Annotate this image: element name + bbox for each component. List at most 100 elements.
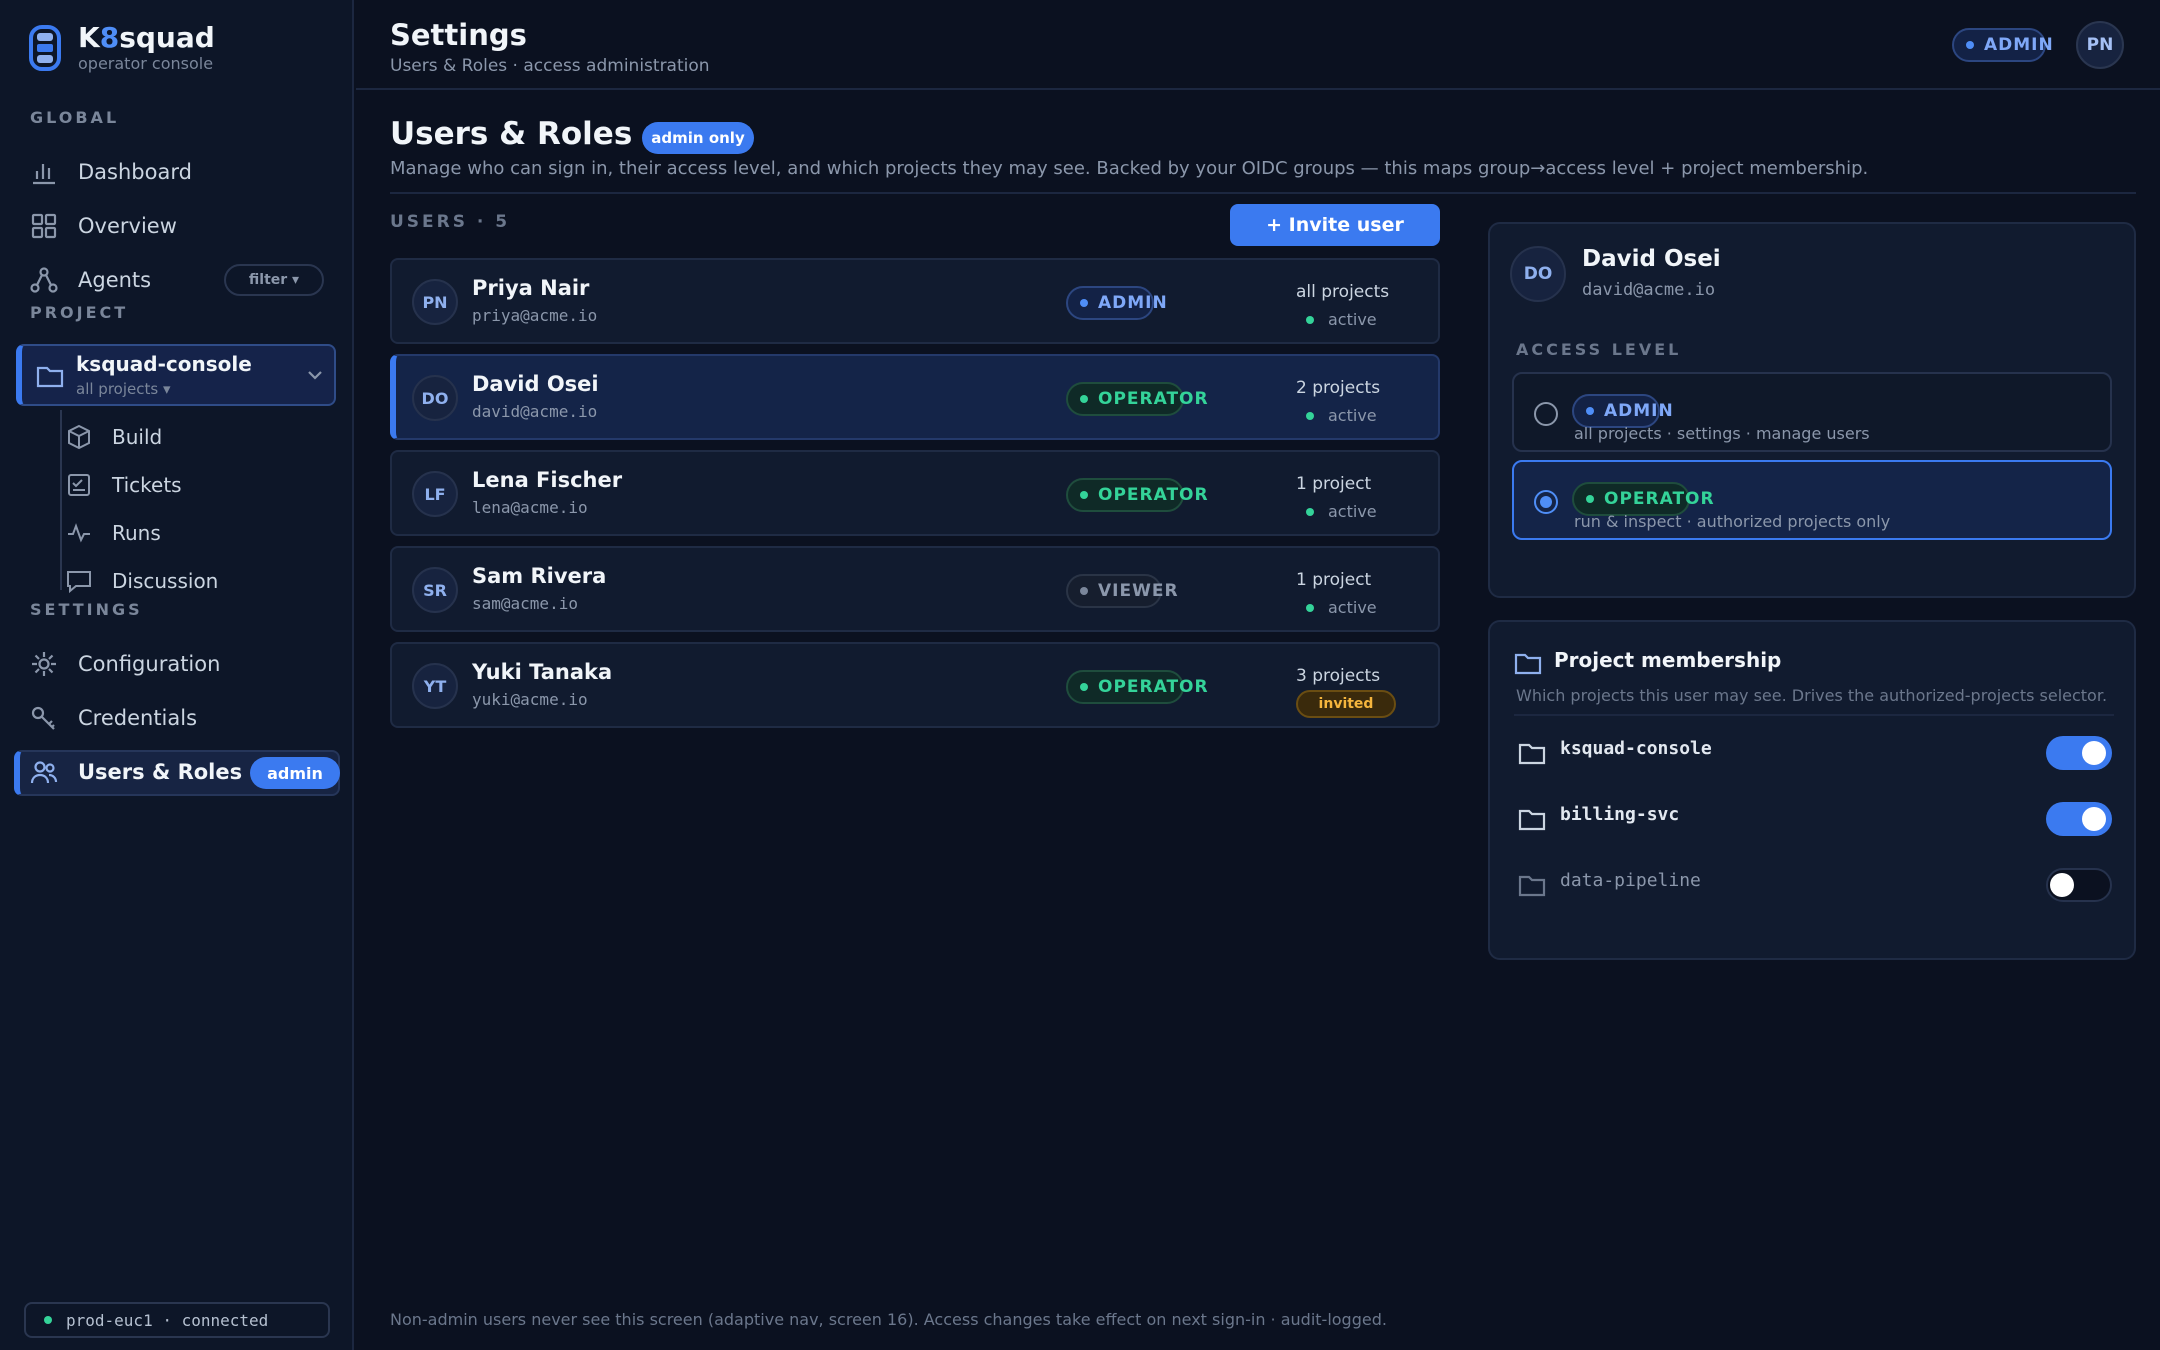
membership-project-name: ksquad-console: [1560, 738, 1712, 759]
user-projects: 1 project: [1296, 570, 1372, 590]
user-email: sam@acme.io: [472, 594, 578, 613]
user-email: yuki@acme.io: [472, 690, 588, 709]
project-tree-line: [60, 410, 62, 590]
ticket-icon: [68, 474, 90, 496]
access-option-operator[interactable]: OPERATOR run & inspect · authorized proj…: [1512, 460, 2112, 540]
avatar: SR: [412, 567, 458, 613]
users-count: USERS · 5: [390, 212, 511, 232]
connection-status[interactable]: prod-euc1 · connected: [24, 1302, 330, 1338]
access-option-admin[interactable]: ADMIN all projects · settings · manage u…: [1512, 372, 2112, 452]
user-email: priya@acme.io: [472, 306, 598, 325]
role-dot: [1966, 41, 1974, 49]
membership-toggle[interactable]: [2046, 736, 2112, 770]
table-row[interactable]: PN Priya Nair priya@acme.io ADMIN all pr…: [390, 258, 1440, 344]
header: Settings Users & Roles · access administ…: [356, 0, 2160, 90]
avatar: DO: [412, 375, 458, 421]
radio-operator[interactable]: [1534, 490, 1558, 514]
table-row[interactable]: SR Sam Rivera sam@acme.io VIEWER 1 proje…: [390, 546, 1440, 632]
cube-icon: [68, 424, 90, 450]
chat-icon: [67, 571, 91, 594]
membership-toggle[interactable]: [2046, 802, 2112, 836]
membership-row-ksquad-console: ksquad-console: [1518, 732, 2116, 772]
agents-filter-button[interactable]: filter ▾: [224, 264, 324, 296]
role-badge: VIEWER: [1066, 574, 1178, 608]
project-selector[interactable]: ksquad-console all projects ▾: [16, 344, 336, 406]
sidebar-item-credentials[interactable]: Credentials: [30, 695, 340, 741]
sidebar-item-label: Build: [112, 425, 163, 449]
folder-icon: [1518, 743, 1546, 765]
user-email: david@acme.io: [472, 402, 598, 421]
sidebar-item-label: Agents: [78, 268, 152, 292]
section-label-project: PROJECT: [30, 303, 129, 322]
project-scope: all projects ▾: [76, 380, 171, 398]
admin-badge: admin: [250, 757, 340, 789]
bar-chart-icon: [33, 164, 55, 185]
status-badge: active: [1306, 310, 1377, 329]
sidebar-item-label: Configuration: [78, 652, 221, 676]
avatar: YT: [412, 663, 458, 709]
table-row[interactable]: LF Lena Fischer lena@acme.io OPERATOR 1 …: [390, 450, 1440, 536]
radio-admin[interactable]: [1534, 402, 1558, 426]
sidebar-item-label: Discussion: [112, 569, 219, 593]
sidebar-item-dashboard[interactable]: Dashboard: [30, 149, 340, 195]
brand-logo-icon: [29, 25, 61, 71]
access-level-label: ACCESS LEVEL: [1516, 340, 1682, 359]
table-row-selected[interactable]: DO David Osei david@acme.io OPERATOR 2 p…: [390, 354, 1440, 440]
user-name: Yuki Tanaka: [472, 660, 613, 684]
folder-icon: [1518, 809, 1546, 831]
membership-toggle[interactable]: [2046, 868, 2112, 902]
access-option-description: run & inspect · authorized projects only: [1574, 512, 1891, 531]
admin-only-badge: admin only: [642, 122, 754, 154]
membership-title: Project membership: [1554, 648, 1782, 672]
folder-icon: [1514, 653, 1542, 675]
divider: [390, 192, 2136, 194]
table-row[interactable]: YT Yuki Tanaka yuki@acme.io OPERATOR 3 p…: [390, 642, 1440, 728]
page-title: Users & Roles: [390, 116, 633, 152]
connected-dot: [44, 1316, 52, 1324]
section-label-global: GLOBAL: [30, 108, 120, 127]
sidebar-item-label: Dashboard: [78, 160, 192, 184]
folder-icon: [36, 366, 64, 388]
role-badge: ADMIN: [1066, 286, 1167, 320]
sidebar-item-label: Tickets: [112, 473, 182, 497]
user-name: Sam Rivera: [472, 564, 607, 588]
sidebar-item-tickets[interactable]: Tickets: [66, 462, 376, 508]
header-title: Settings: [390, 18, 527, 52]
membership-project-name: data-pipeline: [1560, 870, 1701, 891]
role-badge: OPERATOR: [1066, 670, 1208, 704]
membership-row-billing-svc: billing-svc: [1518, 798, 2116, 838]
avatar: DO: [1510, 246, 1566, 302]
avatar: LF: [412, 471, 458, 517]
invite-user-button[interactable]: + Invite user: [1230, 204, 1440, 246]
role-badge: OPERATOR: [1066, 382, 1208, 416]
sidebar: K8squad operator console GLOBAL Dashboar…: [0, 0, 354, 1350]
sidebar-item-configuration[interactable]: Configuration: [30, 641, 340, 687]
user-projects: 3 projects: [1296, 666, 1381, 686]
user-detail-panel: DO David Osei david@acme.io ACCESS LEVEL…: [1488, 222, 2136, 598]
brand[interactable]: K8squad operator console: [28, 22, 215, 74]
section-label-settings: SETTINGS: [30, 600, 143, 619]
brand-subtitle: operator console: [78, 54, 214, 73]
users-icon: [30, 761, 58, 784]
role-badge: OPERATOR: [1572, 482, 1714, 516]
divider: [1514, 714, 2114, 716]
project-name: ksquad-console: [76, 352, 252, 376]
sidebar-item-label: Runs: [112, 521, 161, 545]
user-name: Priya Nair: [472, 276, 590, 300]
user-name: Lena Fischer: [472, 468, 623, 492]
sidebar-item-build[interactable]: Build: [66, 414, 376, 460]
status-badge: active: [1306, 598, 1377, 617]
footnote: Non-admin users never see this screen (a…: [390, 1310, 1387, 1329]
key-icon: [31, 706, 55, 730]
user-avatar[interactable]: PN: [2076, 21, 2124, 69]
folder-icon: [1518, 875, 1546, 897]
avatar: PN: [412, 279, 458, 325]
grid-icon: [31, 213, 57, 239]
sidebar-item-label: Overview: [78, 214, 177, 238]
role-badge: ADMIN: [1572, 394, 1673, 428]
status-badge: active: [1306, 502, 1377, 521]
access-option-description: all projects · settings · manage users: [1574, 424, 1870, 443]
sidebar-item-runs[interactable]: Runs: [66, 510, 376, 556]
sidebar-item-discussion[interactable]: Discussion: [66, 558, 376, 604]
sidebar-item-overview[interactable]: Overview: [30, 203, 340, 249]
